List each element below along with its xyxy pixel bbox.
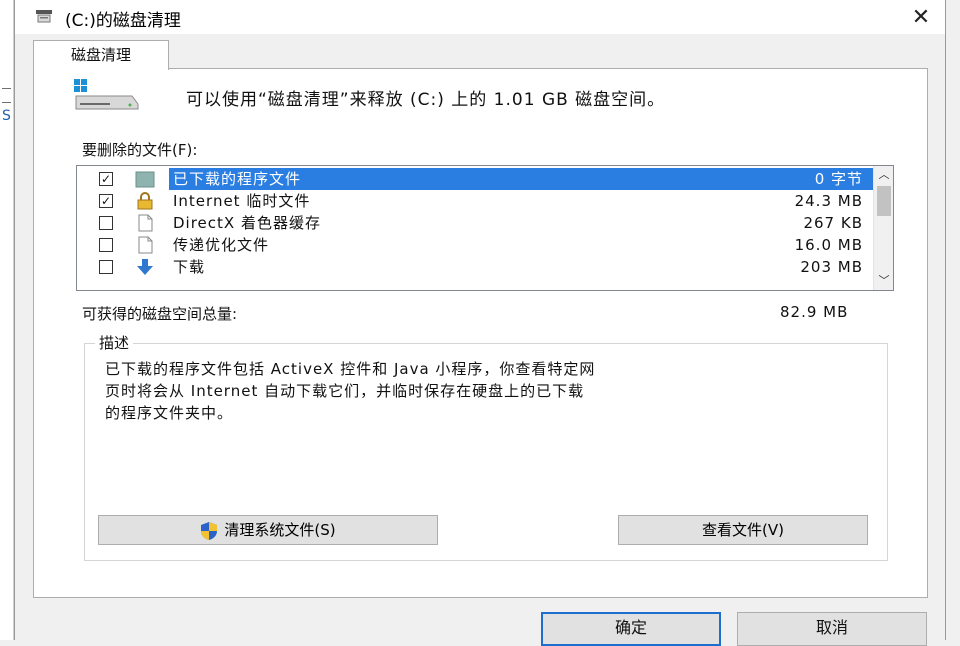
- clean-system-files-label: 清理系统文件(S): [224, 521, 336, 539]
- item-size: 267 KB: [803, 214, 863, 232]
- item-size: 203 MB: [800, 258, 863, 276]
- description-legend: 描述: [95, 332, 134, 353]
- chevron-down-icon[interactable]: ﹀: [874, 272, 893, 290]
- chevron-up-icon[interactable]: ︿: [874, 166, 893, 184]
- file-list-scrollbar[interactable]: ︿ ﹀: [873, 166, 893, 290]
- document-icon: [138, 214, 153, 232]
- window-title: (C:)的磁盘清理: [65, 11, 181, 31]
- clean-system-files-button[interactable]: 清理系统文件(S): [98, 515, 438, 545]
- disk-cleanup-icon: [36, 10, 52, 23]
- document-icon: [138, 236, 153, 254]
- background-window-edge: S: [0, 0, 14, 640]
- close-button[interactable]: ✕: [897, 0, 945, 34]
- folder-icon: [135, 171, 155, 188]
- cancel-button[interactable]: 取消: [737, 612, 927, 646]
- title-bar: (C:)的磁盘清理 ✕: [15, 0, 945, 34]
- item-checkbox[interactable]: ✓: [99, 172, 113, 186]
- item-size: 16.0 MB: [794, 236, 863, 254]
- tab-disk-cleanup[interactable]: 磁盘清理: [33, 40, 169, 70]
- background-letter: S: [2, 108, 11, 124]
- header-text: 可以使用“磁盘清理”来释放 (C:) 上的 1.01 GB 磁盘空间。: [186, 90, 666, 110]
- item-name: 下载: [173, 258, 206, 276]
- disk-cleanup-dialog: (C:)的磁盘清理 ✕ 磁盘清理 可以使用“磁盘清理”来释放 (C:) 上的 1…: [14, 0, 946, 646]
- files-to-delete-label: 要删除的文件(F):: [82, 141, 198, 159]
- lock-icon: [137, 192, 153, 210]
- total-space-value: 82.9 MB: [780, 303, 849, 321]
- drive-icon: [74, 79, 139, 110]
- list-item[interactable]: ✓ Internet 临时文件 24.3 MB: [77, 190, 873, 212]
- file-list[interactable]: ✓ 已下载的程序文件 0 字节 ✓ Internet 临时文件 24.3 MB: [76, 165, 894, 291]
- background-mark: [2, 102, 11, 103]
- item-size: 24.3 MB: [794, 192, 863, 210]
- item-name: 传递优化文件: [173, 236, 270, 254]
- shield-icon: [201, 521, 218, 540]
- close-icon: ✕: [911, 4, 931, 30]
- scrollbar-thumb[interactable]: [877, 186, 891, 216]
- item-size: 0 字节: [814, 170, 863, 188]
- list-item[interactable]: 传递优化文件 16.0 MB: [77, 234, 873, 256]
- tab-panel: 可以使用“磁盘清理”来释放 (C:) 上的 1.01 GB 磁盘空间。 要删除的…: [33, 68, 928, 598]
- ok-button[interactable]: 确定: [541, 612, 721, 646]
- list-item[interactable]: ✓ 已下载的程序文件 0 字节: [77, 168, 873, 190]
- background-mark: [2, 88, 11, 89]
- list-item[interactable]: 下载 203 MB: [77, 256, 873, 278]
- description-text: 已下载的程序文件包括 ActiveX 控件和 Java 小程序，你查看特定网 页…: [105, 360, 596, 422]
- item-checkbox[interactable]: [99, 216, 113, 230]
- item-checkbox[interactable]: [99, 238, 113, 252]
- item-name: DirectX 着色器缓存: [173, 214, 321, 232]
- item-checkbox[interactable]: ✓: [99, 194, 113, 208]
- item-checkbox[interactable]: [99, 260, 113, 274]
- list-item[interactable]: DirectX 着色器缓存 267 KB: [77, 212, 873, 234]
- item-name: 已下载的程序文件: [173, 170, 302, 188]
- total-space-label: 可获得的磁盘空间总量:: [82, 305, 238, 323]
- view-files-button[interactable]: 查看文件(V): [618, 515, 868, 545]
- item-name: Internet 临时文件: [173, 192, 311, 210]
- download-arrow-icon: [137, 259, 153, 275]
